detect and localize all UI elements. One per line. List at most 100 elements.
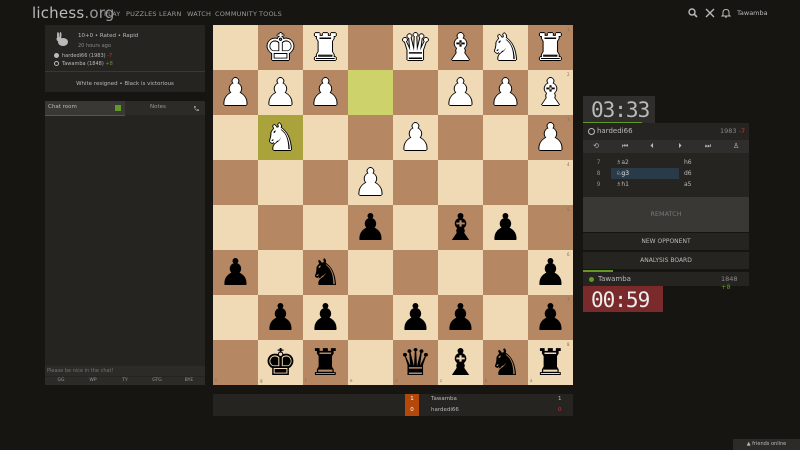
board-square[interactable] xyxy=(213,115,258,160)
black-piece[interactable]: ♟ xyxy=(258,295,303,340)
white-piece[interactable]: ♞ xyxy=(258,115,303,160)
board-square[interactable] xyxy=(213,205,258,250)
board-square[interactable] xyxy=(303,115,348,160)
black-piece[interactable]: ♜ xyxy=(303,340,348,385)
preset-wp[interactable]: WP xyxy=(77,377,110,385)
board-square[interactable] xyxy=(438,160,483,205)
game-score[interactable]: 0 xyxy=(405,405,419,416)
board-square[interactable] xyxy=(348,250,393,295)
player-bottom[interactable]: Tawamba 1848 +8 xyxy=(583,272,749,291)
white-piece[interactable]: ♟ xyxy=(258,70,303,115)
board-square[interactable] xyxy=(393,205,438,250)
bell-icon[interactable] xyxy=(721,8,731,18)
board-square[interactable] xyxy=(393,250,438,295)
analysis-board-button[interactable]: ANALYSIS BOARD xyxy=(583,252,749,269)
user-menu[interactable]: Tawamba xyxy=(737,9,768,17)
chess-board[interactable]: ♚ ♜ ♛ ♝ ♞ ♜ ♟ ♟ ♟ ♟ ♟ ♝ ♞ ♟ ♟ ♟ ♟ ♝ ♟ ♟ ♞ ♟ ♟ ♟ ♟ ♟ ♟ ♚ ♜ ♛ ♝ ♞ ♜ 1 2 3 4 5 6 7… xyxy=(213,25,573,385)
white-piece[interactable]: ♟ xyxy=(438,70,483,115)
board-square[interactable] xyxy=(348,295,393,340)
player-name[interactable]: hardedi66 xyxy=(431,405,459,416)
board-square[interactable] xyxy=(483,295,528,340)
white-piece[interactable]: ♟ xyxy=(348,160,393,205)
preset-ty[interactable]: TY xyxy=(109,377,142,385)
board-square[interactable] xyxy=(348,25,393,70)
board-square[interactable] xyxy=(348,115,393,160)
chat-toggle[interactable] xyxy=(115,105,121,111)
chat-input[interactable] xyxy=(45,366,205,376)
player-name[interactable]: hardedi66 xyxy=(597,127,633,135)
board-square[interactable] xyxy=(258,250,303,295)
preset-gg[interactable]: GG xyxy=(45,377,78,385)
black-piece[interactable]: ♟ xyxy=(348,205,393,250)
nav-puzzles[interactable]: PUZZLES xyxy=(126,10,157,18)
tools-icon[interactable] xyxy=(705,8,715,18)
white-piece[interactable]: ♟ xyxy=(393,115,438,160)
black-piece[interactable]: ♚ xyxy=(258,340,303,385)
player-top[interactable]: hardedi66 1983 -7 xyxy=(583,123,749,140)
black-piece[interactable]: ♟ xyxy=(303,295,348,340)
black-piece[interactable]: ♛ xyxy=(393,340,438,385)
board-square[interactable] xyxy=(213,340,258,385)
player-name[interactable]: Tawamba xyxy=(598,275,631,283)
board-square[interactable] xyxy=(393,70,438,115)
preset-bye[interactable]: BYE xyxy=(173,377,205,385)
nav-play[interactable]: PLAY xyxy=(104,10,120,18)
white-piece[interactable]: ♜ xyxy=(303,25,348,70)
tab-chat-room[interactable]: Chat room xyxy=(45,101,125,116)
black-piece[interactable]: ♞ xyxy=(303,250,348,295)
friends-online-button[interactable]: ▲ friends online xyxy=(733,439,800,450)
menu-icon[interactable]: ♙ xyxy=(731,142,741,151)
white-piece[interactable]: ♟ xyxy=(213,70,258,115)
new-opponent-button[interactable]: NEW OPPONENT xyxy=(583,233,749,250)
board-square[interactable] xyxy=(213,25,258,70)
black-piece[interactable]: ♟ xyxy=(438,295,483,340)
board-square[interactable] xyxy=(348,70,393,115)
board-square[interactable] xyxy=(303,160,348,205)
board-square[interactable] xyxy=(483,250,528,295)
board-square[interactable] xyxy=(258,160,303,205)
white-piece[interactable]: ♛ xyxy=(393,25,438,70)
white-piece[interactable]: ♟ xyxy=(483,70,528,115)
search-icon[interactable] xyxy=(688,8,698,18)
next-move-icon[interactable]: ⏵ xyxy=(675,142,685,151)
black-piece[interactable]: ♟ xyxy=(483,205,528,250)
black-move[interactable]: d6 xyxy=(680,168,749,179)
prev-move-icon[interactable]: ⏴ xyxy=(647,142,657,151)
board-square[interactable] xyxy=(258,205,303,250)
white-move[interactable]: ♗h1 xyxy=(611,179,679,190)
white-piece[interactable]: ♟ xyxy=(303,70,348,115)
board-square[interactable] xyxy=(213,295,258,340)
phone-icon[interactable] xyxy=(193,105,200,112)
white-move[interactable]: ♘g3 xyxy=(611,168,679,179)
rematch-button[interactable]: REMATCH xyxy=(583,197,749,232)
black-piece[interactable]: ♟ xyxy=(213,250,258,295)
first-move-icon[interactable]: ⏮ xyxy=(620,142,630,151)
board-square[interactable] xyxy=(348,340,393,385)
white-move[interactable]: ♗a2 xyxy=(611,157,679,168)
player-white-info[interactable]: hardedi66 (1983) -7 xyxy=(54,53,112,59)
preset-gtg[interactable]: GTG xyxy=(141,377,174,385)
black-move[interactable]: a5 xyxy=(680,179,749,190)
white-piece[interactable]: ♞ xyxy=(483,25,528,70)
black-piece[interactable]: ♝ xyxy=(438,340,483,385)
board-square[interactable] xyxy=(213,160,258,205)
site-logo[interactable]: lichess.org xyxy=(32,4,115,22)
nav-watch[interactable]: WATCH xyxy=(187,10,211,18)
last-move-icon[interactable]: ⏭ xyxy=(703,142,713,151)
player-name[interactable]: Tawamba xyxy=(431,394,457,405)
black-piece[interactable]: ♟ xyxy=(393,295,438,340)
board-square[interactable] xyxy=(483,115,528,160)
board-square[interactable] xyxy=(303,205,348,250)
white-piece[interactable]: ♝ xyxy=(438,25,483,70)
black-piece[interactable]: ♝ xyxy=(438,205,483,250)
nav-tools[interactable]: TOOLS xyxy=(259,10,282,18)
black-move[interactable]: h6 xyxy=(680,157,749,168)
player-black-info[interactable]: Tawamba (1848) +8 xyxy=(54,61,113,67)
board-square[interactable] xyxy=(393,160,438,205)
board-square[interactable] xyxy=(483,160,528,205)
nav-learn[interactable]: LEARN xyxy=(159,10,182,18)
nav-community[interactable]: COMMUNITY xyxy=(215,10,257,18)
game-score[interactable]: 1 xyxy=(405,394,419,405)
board-square[interactable] xyxy=(438,115,483,160)
flip-board-icon[interactable]: ⟲ xyxy=(591,142,601,151)
